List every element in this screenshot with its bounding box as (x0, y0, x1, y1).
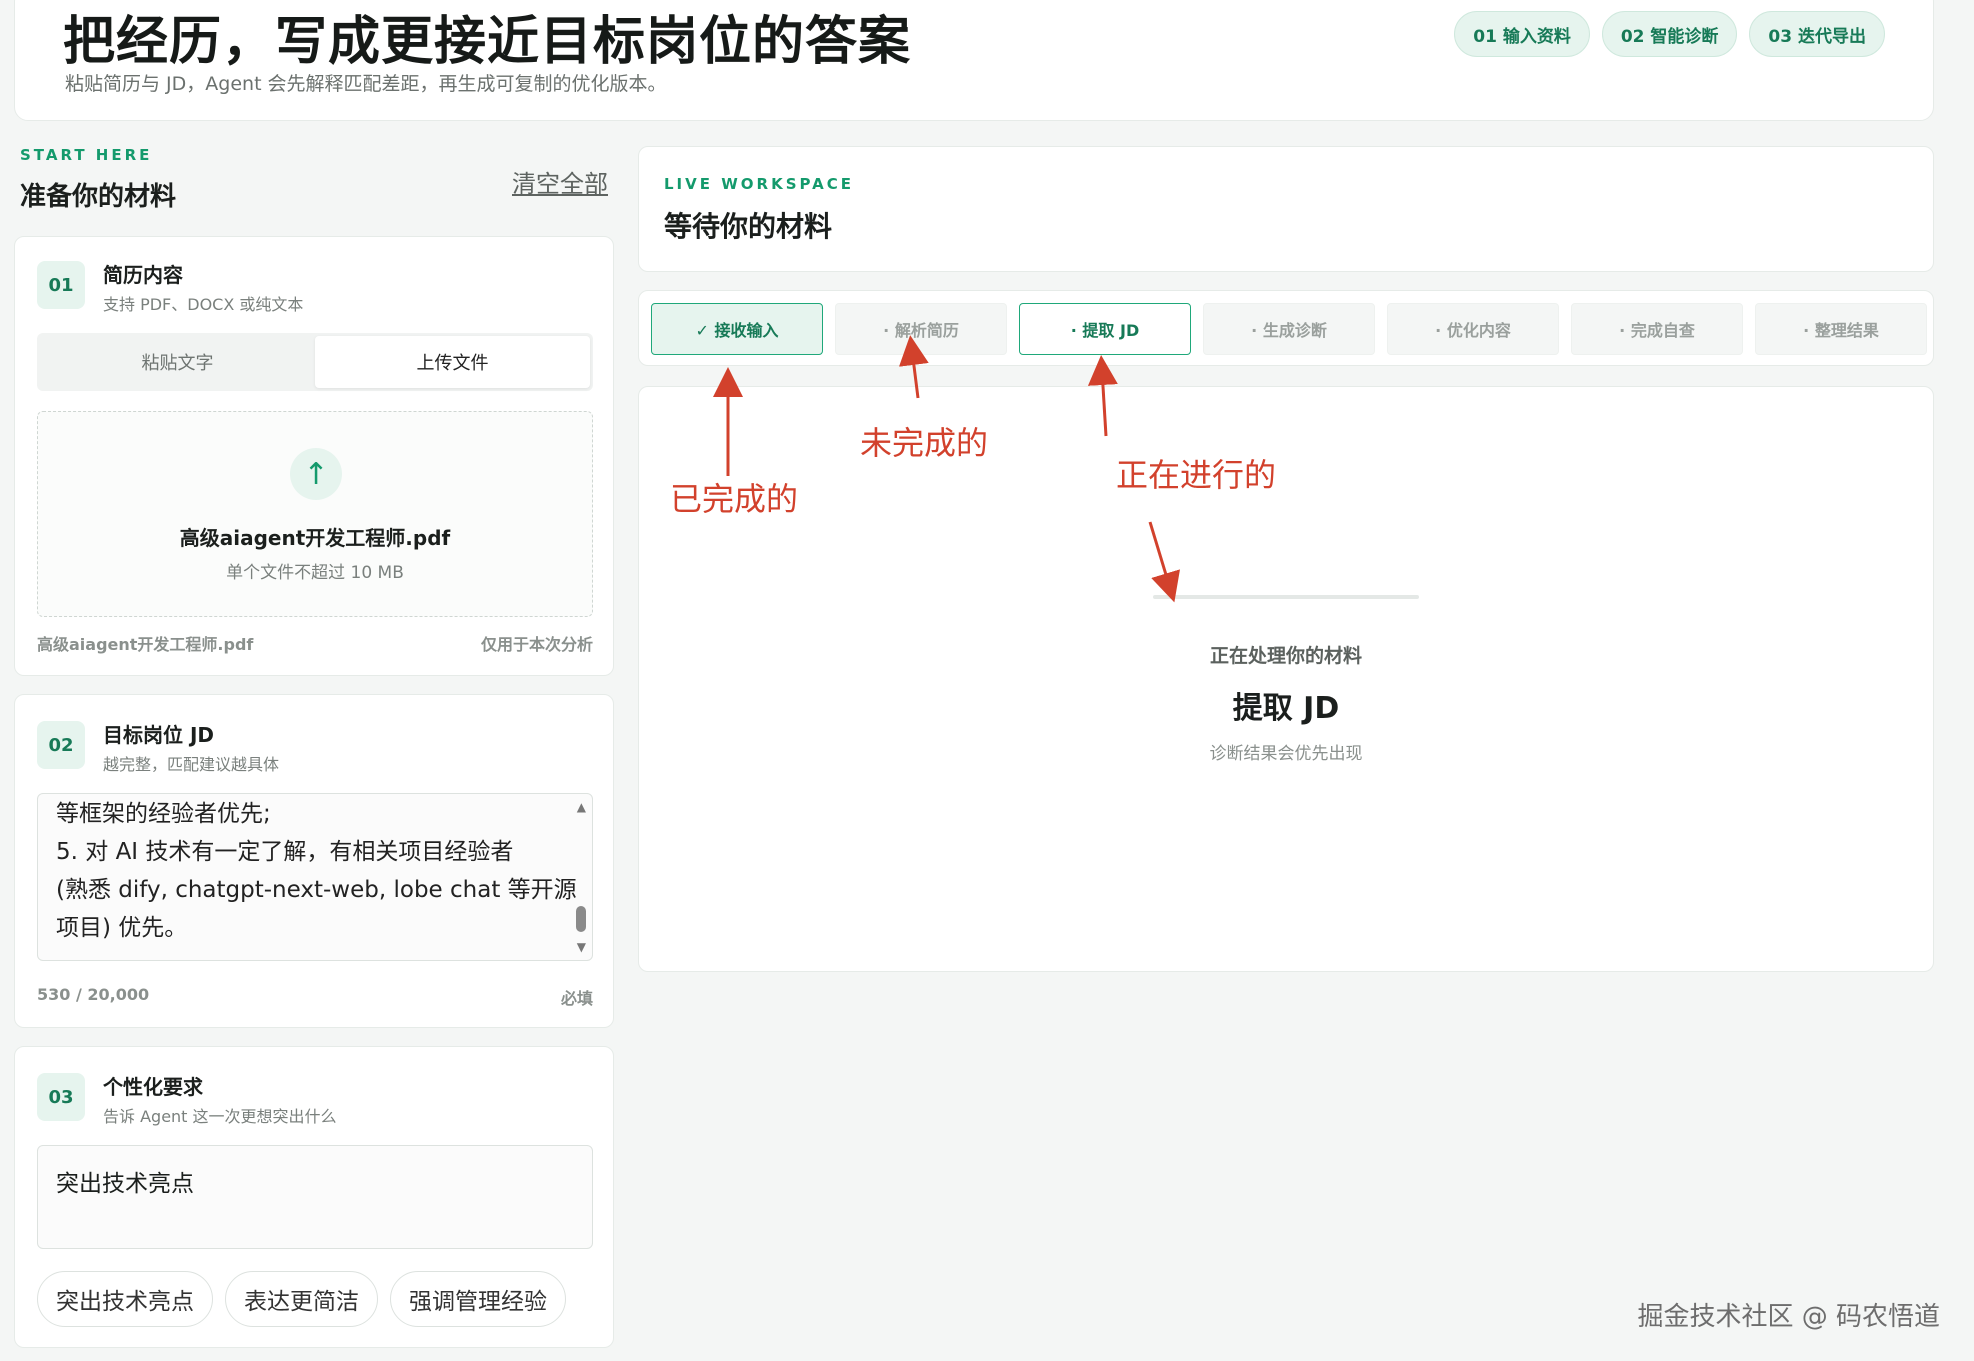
jd-line: 项目) 优先。 (56, 915, 188, 941)
pipeline-step-diagnose: · 生成诊断 (1203, 303, 1375, 355)
jd-line: 5. 对 AI 技术有一定了解，有相关项目经验者 (56, 839, 514, 865)
current-stage-title: 提取 JD (1232, 691, 1340, 726)
annotation-pending: 未完成的 (860, 424, 989, 462)
workspace-kicker: LIVE WORKSPACE (664, 175, 854, 193)
custom-step-badge: 03 (37, 1073, 85, 1121)
tab-upload-file[interactable]: 上传文件 (315, 336, 590, 388)
processing-panel: 正在处理你的材料 提取 JD 诊断结果会优先出现 (638, 386, 1934, 972)
chip-highlight-tech[interactable]: 突出技术亮点 (37, 1271, 213, 1327)
scrollbar-thumb[interactable] (576, 906, 586, 932)
tab-paste-text[interactable]: 粘贴文字 (40, 336, 315, 388)
step-input-pill[interactable]: 01 输入资料 (1454, 11, 1590, 57)
pipeline-step-receive: ✓ 接收输入 (651, 303, 823, 355)
chip-concise[interactable]: 表达更简洁 (225, 1271, 378, 1327)
pipeline-step-parse-resume: · 解析简历 (835, 303, 1007, 355)
resume-footer-file: 高级aiagent开发工程师.pdf (37, 635, 254, 654)
file-dropzone[interactable]: ↑ 高级aiagent开发工程师.pdf 单个文件不超过 10 MB (37, 411, 593, 617)
file-size-hint: 单个文件不超过 10 MB (226, 563, 404, 583)
left-heading: START HERE 准备你的材料 (20, 146, 176, 213)
start-kicker: START HERE (20, 146, 153, 164)
resume-subtitle: 支持 PDF、DOCX 或纯文本 (103, 295, 304, 314)
pipeline-step-organize: · 整理结果 (1755, 303, 1927, 355)
page-title: 把经历，写成更接近目标岗位的答案 (63, 12, 912, 72)
custom-request-input[interactable]: 突出技术亮点 (37, 1145, 593, 1249)
workspace-title: 等待你的材料 (664, 210, 833, 243)
annotation-current: 正在进行的 (1116, 456, 1277, 494)
custom-subtitle: 告诉 Agent 这一次更想突出什么 (103, 1107, 337, 1126)
pipeline-step-self-check: · 完成自查 (1571, 303, 1743, 355)
resume-card: 01 简历内容 支持 PDF、DOCX 或纯文本 粘贴文字 上传文件 ↑ 高级a… (14, 236, 614, 676)
jd-subtitle: 越完整，匹配建议越具体 (103, 755, 280, 774)
processing-hint: 诊断结果会优先出现 (1209, 744, 1363, 764)
page-header: 把经历，写成更接近目标岗位的答案 粘贴简历与 JD，Agent 会先解释匹配差距… (14, 0, 1934, 121)
page-subtitle: 粘贴简历与 JD，Agent 会先解释匹配差距，再生成可复制的优化版本。 (65, 73, 667, 95)
jd-line: (熟悉 dify, chatgpt-next-web, lobe chat 等开… (56, 877, 577, 903)
jd-step-badge: 02 (37, 721, 85, 769)
jd-textarea[interactable]: 等框架的经验者优先; 5. 对 AI 技术有一定了解，有相关项目经验者 (熟悉 … (37, 793, 593, 961)
annotation-done: 已完成的 (670, 480, 799, 518)
resume-title: 简历内容 (103, 263, 183, 287)
processing-label: 正在处理你的材料 (1209, 645, 1362, 667)
custom-title: 个性化要求 (103, 1075, 203, 1099)
jd-title: 目标岗位 JD (103, 723, 215, 747)
jd-char-count: 530 / 20,000 (37, 985, 150, 1004)
resume-mode-toggle: 粘贴文字 上传文件 (37, 333, 593, 391)
app-page: 把经历，写成更接近目标岗位的答案 粘贴简历与 JD，Agent 会先解释匹配差距… (0, 0, 1974, 1361)
materials-title: 准备你的材料 (20, 182, 177, 212)
upload-arrow-icon: ↑ (290, 448, 342, 500)
custom-request-card: 03 个性化要求 告诉 Agent 这一次更想突出什么 突出技术亮点 突出技术亮… (14, 1046, 614, 1348)
pipeline-bar: ✓ 接收输入 · 解析简历 · 提取 JD · 生成诊断 · 优化内容 · 完成… (638, 290, 1934, 366)
progress-track (1153, 595, 1419, 599)
jd-required-label: 必填 (560, 989, 593, 1008)
pipeline-step-optimize: · 优化内容 (1387, 303, 1559, 355)
jd-card: 02 目标岗位 JD 越完整，匹配建议越具体 等框架的经验者优先; 5. 对 A… (14, 694, 614, 1028)
uploaded-file-name: 高级aiagent开发工程师.pdf (179, 526, 451, 550)
step-nav: 01 输入资料 02 智能诊断 03 迭代导出 (1454, 11, 1885, 57)
jd-line: 等框架的经验者优先; (56, 801, 271, 827)
chip-management[interactable]: 强调管理经验 (390, 1271, 566, 1327)
resume-step-badge: 01 (37, 261, 85, 309)
quick-chips: 突出技术亮点 表达更简洁 强调管理经验 (37, 1271, 566, 1327)
scroll-down-icon[interactable]: ▼ (577, 940, 586, 954)
resume-footer-note: 仅用于本次分析 (480, 635, 593, 654)
scroll-up-icon[interactable]: ▲ (577, 800, 586, 814)
workspace-card: LIVE WORKSPACE 等待你的材料 (638, 146, 1934, 272)
step-diagnosis-pill[interactable]: 02 智能诊断 (1601, 11, 1738, 57)
watermark: 掘金技术社区 @ 码农悟道 (1637, 1302, 1940, 1332)
clear-all-link[interactable]: 清空全部 (512, 164, 608, 199)
pipeline-step-extract-jd: · 提取 JD (1019, 303, 1191, 355)
step-export-pill[interactable]: 03 迭代导出 (1749, 11, 1885, 57)
